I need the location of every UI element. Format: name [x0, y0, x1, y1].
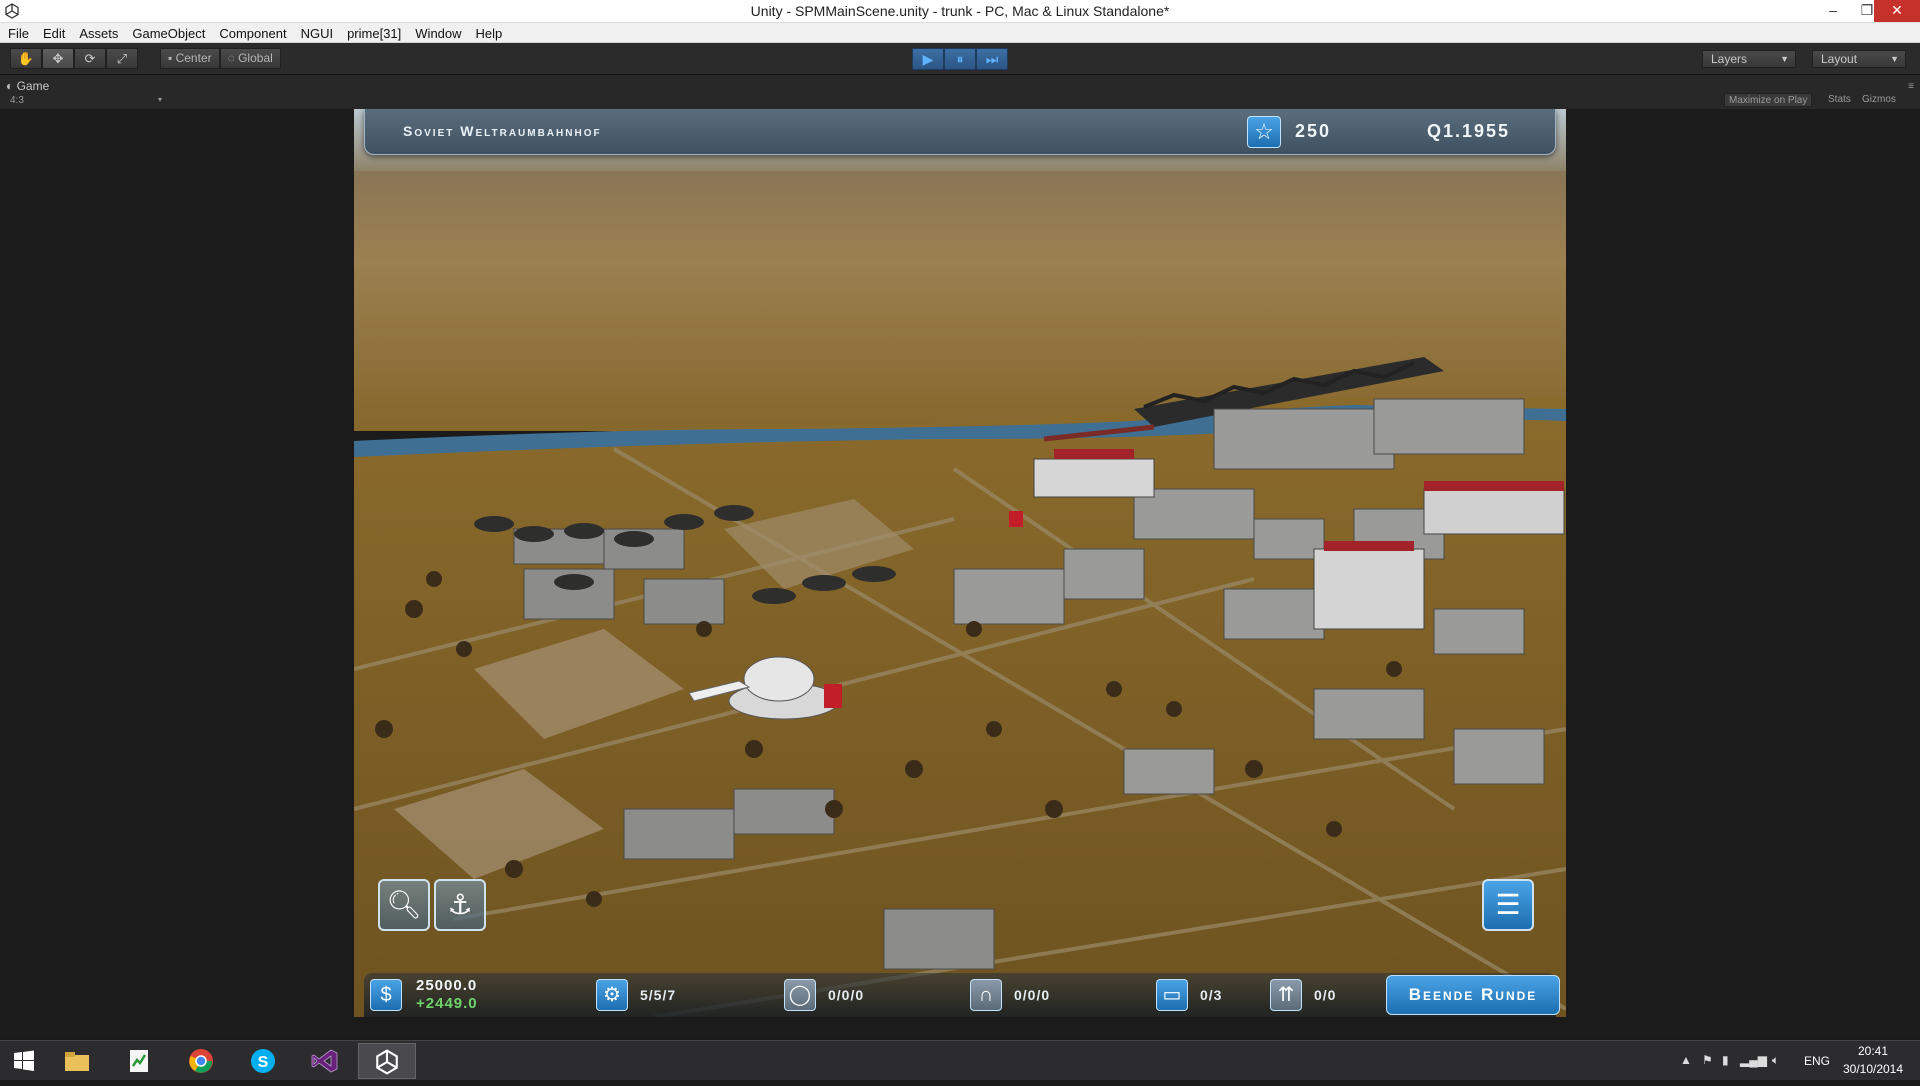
engineers-value: 5/5/7 — [640, 987, 677, 1003]
window-title: Unity - SPMMainScene.unity - trunk - PC,… — [750, 3, 1170, 19]
stat-2-value: 0/0/0 — [828, 987, 865, 1003]
scale-tool-icon[interactable]: ⤢ — [106, 48, 138, 69]
menu-component[interactable]: Component — [211, 23, 292, 42]
launch-view-button[interactable]: ⚓︎ — [434, 879, 486, 931]
pivot-global-label: Global — [238, 51, 273, 65]
layout-dropdown[interactable]: Layout ▼ — [1812, 50, 1906, 68]
stats-toggle[interactable]: Stats — [1824, 93, 1855, 107]
visual-studio-icon[interactable] — [296, 1043, 354, 1079]
chevron-down-icon: ▼ — [1890, 54, 1899, 64]
window-title-bar: Unity - SPMMainScene.unity - trunk - PC,… — [0, 0, 1920, 23]
rocket-icon[interactable]: ⇈ — [1270, 979, 1302, 1011]
headset-icon[interactable]: ∩ — [970, 979, 1002, 1011]
chevron-down-icon: ▾ — [158, 95, 163, 104]
list-menu-button[interactable]: ☰ — [1482, 879, 1534, 931]
menu-assets[interactable]: Assets — [71, 23, 124, 42]
money-icon[interactable]: $ — [370, 979, 402, 1011]
action-center-flag-icon[interactable]: ⚑ — [1702, 1053, 1713, 1067]
menu-help[interactable]: Help — [468, 23, 509, 42]
language-indicator[interactable]: ENG — [1804, 1054, 1830, 1068]
playback-controls: ▶ ⏸ ⏭ — [912, 48, 1008, 70]
star-icon[interactable]: ☆ — [1247, 116, 1281, 148]
top-hud-bar: Soviet Weltraumbahnhof ☆ 250 Q1.1955 — [364, 109, 1556, 155]
capsule-icon[interactable]: ◯ — [784, 979, 816, 1011]
play-button[interactable]: ▶ — [912, 48, 944, 70]
gizmos-dropdown[interactable]: Gizmos — [1858, 93, 1900, 107]
file-explorer-icon[interactable] — [48, 1043, 106, 1079]
layout-label: Layout — [1821, 52, 1858, 66]
zoom-search-button[interactable]: 🔍︎ — [378, 879, 430, 931]
station-name: Soviet Weltraumbahnhof — [403, 123, 602, 139]
list-icon: ☰ — [1495, 889, 1521, 920]
clock-time[interactable]: 20:41 — [1846, 1044, 1900, 1058]
menu-edit[interactable]: Edit — [35, 23, 71, 42]
layers-label: Layers — [1711, 52, 1748, 66]
menu-gameobject[interactable]: GameObject — [124, 23, 211, 42]
stat-3-value: 0/0/0 — [1014, 987, 1051, 1003]
close-button[interactable]: ✕ — [1874, 0, 1920, 22]
move-tool-icon[interactable]: ✥ — [42, 48, 74, 69]
windows-start-icon[interactable] — [4, 1043, 44, 1079]
gear-icon[interactable]: ⚙ — [596, 979, 628, 1011]
editor-toolbar: ✋ ✥ ⟳ ⤢ ▪ Center ◌ Global ▶ ⏸ ⏭ Layers ▼ … — [0, 43, 1920, 75]
pivot-toggles: ▪ Center ◌ Global — [160, 48, 281, 69]
money-value: 25000.0 — [416, 977, 478, 994]
game-tab-label: Game — [16, 79, 50, 93]
hand-tool-icon[interactable]: ✋ — [10, 48, 42, 69]
windows-taskbar: S ▲ ⚑ ▮ ▂▄▆ 🔈︎ ENG 20:41 30/10/2014 — [0, 1040, 1920, 1080]
transform-tools: ✋ ✥ ⟳ ⤢ — [10, 48, 138, 69]
aspect-dropdown[interactable]: 4:3 — [10, 95, 24, 106]
step-button[interactable]: ⏭ — [976, 48, 1008, 70]
end-round-button[interactable]: Beende Runde — [1386, 975, 1560, 1015]
maximize-on-play-toggle[interactable]: Maximize on Play — [1724, 93, 1813, 107]
stat-5-value: 0/0 — [1314, 987, 1337, 1003]
menu-file[interactable]: File — [0, 23, 35, 42]
menu-bar: File Edit Assets GameObject Component NGUI pri… — [0, 23, 1920, 43]
chrome-icon[interactable] — [172, 1043, 230, 1079]
project-app-icon[interactable] — [110, 1043, 168, 1079]
network-signal-icon[interactable]: ▂▄▆ — [1740, 1053, 1767, 1067]
unity-taskbar-icon[interactable] — [358, 1043, 416, 1079]
quarter-date: Q1.1955 — [1427, 121, 1511, 141]
stat-4-value: 0/3 — [1200, 987, 1223, 1003]
game-panel-header: ◐ Game 4:3 ▾ Maximize on Play Stats Gizm… — [0, 75, 1920, 109]
game-tab-icon: ◐ — [6, 79, 17, 93]
pause-button[interactable]: ⏸ — [944, 48, 976, 70]
tray-expand-icon[interactable]: ▲ — [1680, 1053, 1692, 1067]
minimize-button[interactable]: – — [1816, 0, 1850, 22]
income-value: +2449.0 — [416, 995, 478, 1012]
battery-icon[interactable]: ▮ — [1722, 1053, 1729, 1067]
pivot-center-button[interactable]: ▪ Center — [160, 48, 220, 69]
volume-icon[interactable]: 🔈︎ — [1772, 1053, 1779, 1068]
chevron-down-icon: ▼ — [1780, 54, 1789, 64]
menu-window[interactable]: Window — [407, 23, 467, 42]
menu-ngui[interactable]: NGUI — [293, 23, 340, 42]
rotate-tool-icon[interactable]: ⟳ — [74, 48, 106, 69]
pivot-center-label: Center — [175, 51, 212, 65]
magnifier-icon: 🔍︎ — [386, 889, 422, 920]
rocket-launch-icon: ⚓︎ — [447, 889, 473, 920]
tab-game[interactable]: ◐ Game — [6, 79, 49, 93]
skype-icon[interactable]: S — [234, 1043, 292, 1079]
pivot-global-button[interactable]: ◌ Global — [219, 48, 281, 69]
panel-menu-icon[interactable]: ≡ — [1908, 81, 1914, 92]
bottom-hud-bar: $ 25000.0 +2449.0 ⚙ 5/5/7 ◯ 0/0/0 ∩ 0/0/… — [364, 973, 1560, 1017]
folder-icon[interactable]: ▭ — [1156, 979, 1188, 1011]
stars-value: 250 — [1295, 121, 1332, 141]
menu-prime31[interactable]: prime[31] — [339, 23, 407, 42]
cosmodrome-scene — [354, 109, 1566, 1017]
game-view[interactable]: Soviet Weltraumbahnhof ☆ 250 Q1.1955 🔍︎ … — [354, 109, 1566, 1017]
layers-dropdown[interactable]: Layers ▼ — [1702, 50, 1796, 68]
svg-text:S: S — [258, 1054, 269, 1071]
clock-date[interactable]: 30/10/2014 — [1838, 1062, 1908, 1076]
